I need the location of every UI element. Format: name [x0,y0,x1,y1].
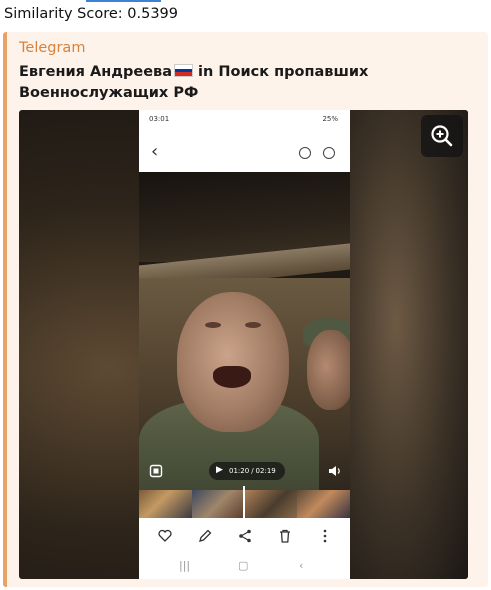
volume-icon[interactable] [328,464,342,478]
heart-icon[interactable] [157,528,173,544]
status-bar: 03:01 25% [139,110,350,128]
share-icon[interactable] [237,528,253,544]
android-nav-bar: ||| ▢ ‹ [139,556,350,578]
post-media[interactable]: 03:01 25% ‹ ▶ 01:20 / 02:19 ||| ▢ ‹ [19,110,468,579]
gallery-actions [139,524,350,548]
video-time-separator: / [251,467,254,475]
filmstrip-frame [191,490,245,518]
filmstrip-frame [244,490,298,518]
video-eye-left [205,322,221,328]
video-time-pill[interactable]: ▶ 01:20/02:19 [209,462,285,480]
post-card: Telegram Евгения Андреева in Поиск пропа… [3,32,488,587]
home-icon[interactable]: ▢ [238,559,248,572]
video-second-person [307,330,350,410]
back-icon[interactable]: ‹ [299,559,303,572]
post-title-author: Евгения Андреева [19,64,172,80]
more-icon[interactable] [317,528,333,544]
video-eye-right [245,322,261,328]
filmstrip-playhead[interactable] [243,486,245,522]
video-frame: ▶ 01:20/02:19 [139,172,350,490]
status-time: 03:01 [149,115,170,123]
play-icon[interactable]: ▶ [216,465,223,475]
video-current-time: 01:20 [229,467,250,475]
status-battery: 25% [322,115,338,123]
back-chevron-icon: ‹ [151,141,159,162]
trash-icon[interactable] [277,528,293,544]
media-blur-background [348,110,468,579]
zoom-in-icon [431,125,453,147]
video-time: 01:20/02:19 [229,467,276,475]
capture-icon [323,147,335,159]
video-total-time: 02:19 [255,467,276,475]
edit-icon[interactable] [197,528,213,544]
filmstrip-frame [297,490,350,518]
phone-screenshot: 03:01 25% ‹ ▶ 01:20 / 02:19 ||| ▢ ‹ [139,110,350,579]
recents-icon[interactable]: ||| [179,559,190,572]
screenshot-capture-icon [149,464,163,478]
post-source[interactable]: Telegram [19,40,85,56]
similarity-score: Similarity Score: 0.5399 [4,6,179,22]
video-person-face [177,292,289,432]
russia-flag-icon [174,64,193,77]
link-remnant [86,0,161,2]
zoom-button[interactable] [421,115,463,157]
post-title: Евгения Андреева in Поиск пропавших Воен… [19,62,459,104]
rotate-icon [299,147,311,159]
filmstrip-frame [139,490,192,518]
video-mouth [213,366,251,388]
gallery-app-bar: ‹ [139,138,350,168]
